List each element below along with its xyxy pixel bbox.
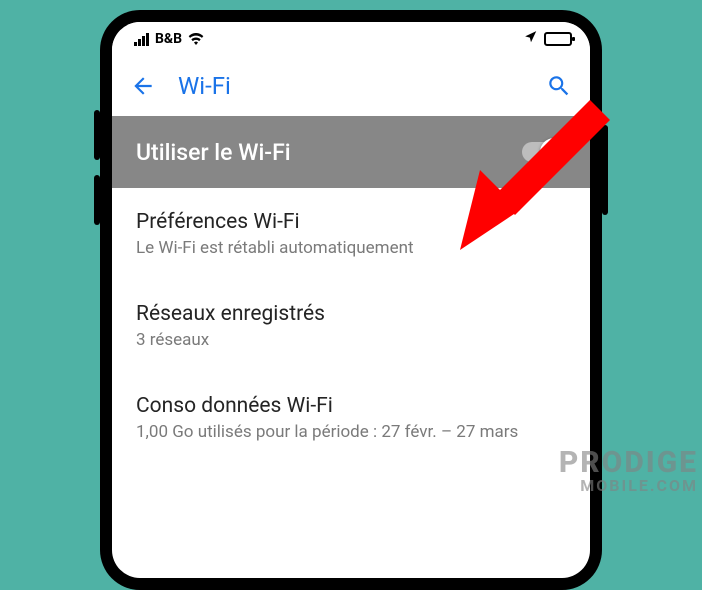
status-bar: B&B bbox=[112, 22, 590, 56]
wifi-preferences-item[interactable]: Préférences Wi-Fi Le Wi-Fi est rétabli a… bbox=[112, 188, 590, 280]
watermark: PRODIGE MOBILE.COM bbox=[559, 448, 698, 494]
search-button[interactable] bbox=[546, 73, 572, 99]
carrier-label: B&B bbox=[155, 31, 182, 47]
list-item-subtitle: Le Wi-Fi est rétabli automatiquement bbox=[136, 238, 566, 258]
wifi-toggle-switch[interactable] bbox=[522, 142, 566, 162]
list-item-title: Conso données Wi-Fi bbox=[136, 394, 566, 418]
watermark-line2: MOBILE.COM bbox=[559, 478, 698, 494]
wifi-toggle-label: Utiliser le Wi-Fi bbox=[136, 139, 291, 166]
volume-down-button[interactable] bbox=[94, 175, 100, 225]
phone-frame: B&B Wi-Fi Utiliser le Wi bbox=[100, 10, 602, 590]
screen: B&B Wi-Fi Utiliser le Wi bbox=[112, 22, 590, 578]
saved-networks-item[interactable]: Réseaux enregistrés 3 réseaux bbox=[112, 280, 590, 372]
wifi-master-toggle-row[interactable]: Utiliser le Wi-Fi bbox=[112, 116, 590, 188]
watermark-line1: PRODIGE bbox=[559, 448, 698, 478]
list-item-title: Préférences Wi-Fi bbox=[136, 210, 566, 234]
power-button[interactable] bbox=[602, 125, 608, 215]
list-item-subtitle: 1,00 Go utilisés pour la période : 27 fé… bbox=[136, 422, 566, 442]
signal-icon bbox=[134, 33, 149, 46]
battery-icon bbox=[544, 32, 572, 46]
volume-up-button[interactable] bbox=[94, 110, 100, 160]
list-item-subtitle: 3 réseaux bbox=[136, 330, 566, 350]
settings-list: Préférences Wi-Fi Le Wi-Fi est rétabli a… bbox=[112, 188, 590, 464]
list-item-title: Réseaux enregistrés bbox=[136, 302, 566, 326]
wifi-data-usage-item[interactable]: Conso données Wi-Fi 1,00 Go utilisés pou… bbox=[112, 372, 590, 464]
app-bar: Wi-Fi bbox=[112, 56, 590, 116]
location-icon bbox=[524, 30, 538, 48]
page-title: Wi-Fi bbox=[178, 72, 524, 100]
wifi-status-icon bbox=[188, 33, 204, 45]
back-button[interactable] bbox=[130, 73, 156, 99]
